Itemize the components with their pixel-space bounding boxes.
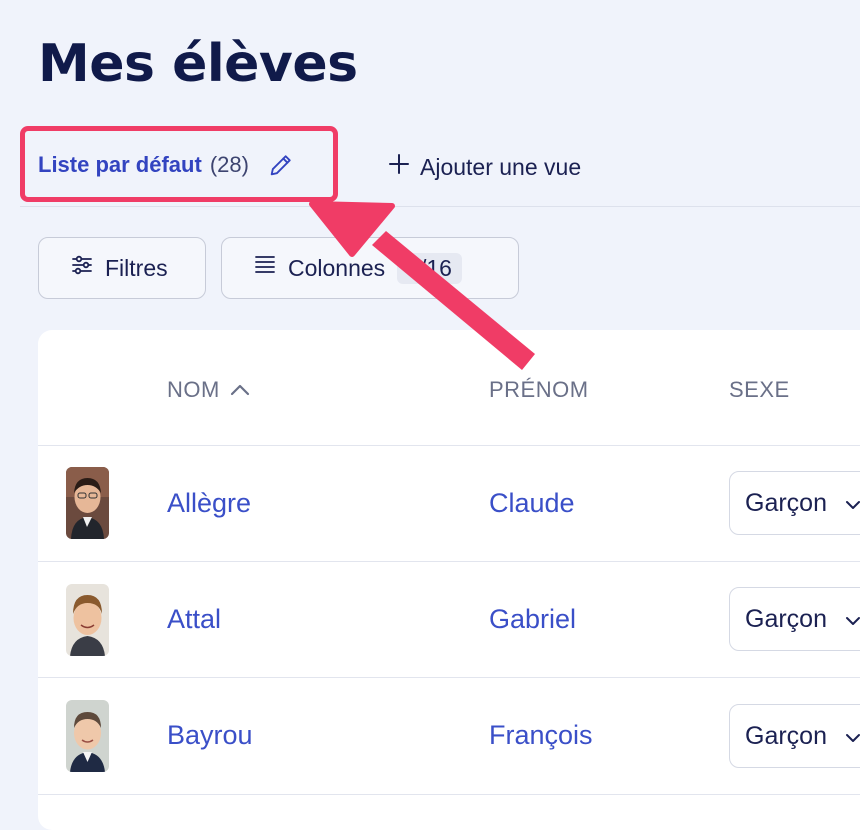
chevron-down-icon [845,722,860,751]
sex-select[interactable]: Garçon [729,587,860,651]
columns-count-badge: 9/16 [397,252,462,284]
row-divider [38,445,860,446]
column-header-sexe-label: SEXE [729,377,790,402]
row-divider [38,794,860,795]
sliders-icon [71,254,93,282]
row-divider [38,677,860,678]
column-header-sexe[interactable]: SEXE [729,377,790,403]
filters-button[interactable]: Filtres [38,237,206,299]
column-header-nom[interactable]: NOM [167,377,250,403]
chevron-down-icon [845,605,860,634]
sex-select-value: Garçon [745,604,827,633]
chevron-down-icon [845,489,860,518]
column-header-nom-label: NOM [167,377,220,402]
student-photo [66,584,109,656]
list-icon [254,254,276,282]
sex-select-value: Garçon [745,488,827,517]
column-header-prenom[interactable]: PRÉNOM [489,377,589,403]
student-first-name[interactable]: Claude [489,488,575,519]
student-last-name[interactable]: Allègre [167,488,251,519]
highlight-annotation-box [20,126,338,202]
sex-select[interactable]: Garçon [729,704,860,768]
column-header-prenom-label: PRÉNOM [489,377,589,402]
student-first-name[interactable]: Gabriel [489,604,576,635]
filters-label: Filtres [105,254,168,281]
page-title: Mes élèves [38,34,358,94]
student-photo [66,467,109,539]
plus-icon [388,153,410,181]
add-view-button[interactable]: Ajouter une vue [388,150,581,184]
student-last-name[interactable]: Bayrou [167,720,253,751]
tabs-divider [20,206,860,207]
chevron-up-icon [230,377,250,403]
student-photo [66,700,109,772]
student-last-name[interactable]: Attal [167,604,221,635]
columns-label: Colonnes [288,254,386,281]
columns-button[interactable]: Colonnes 9/16 [221,237,519,299]
sex-select[interactable]: Garçon [729,471,860,535]
sex-select-value: Garçon [745,721,827,750]
student-first-name[interactable]: François [489,720,593,751]
add-view-label: Ajouter une vue [420,153,582,180]
row-divider [38,561,860,562]
